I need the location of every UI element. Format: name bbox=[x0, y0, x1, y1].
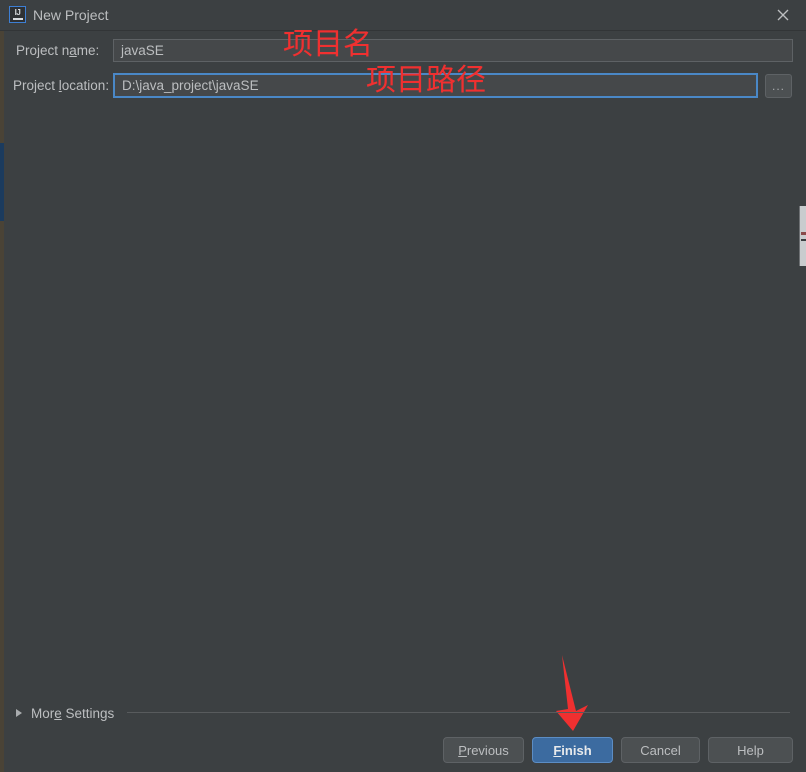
app-icon-underline bbox=[12, 18, 23, 20]
right-scrollbar-thumb[interactable] bbox=[799, 206, 806, 266]
annotation-project-location: 项目路径 bbox=[366, 63, 486, 98]
app-icon-text: IJ bbox=[14, 8, 21, 17]
browse-folder-button[interactable]: ... bbox=[765, 74, 792, 98]
annotation-arrow-icon bbox=[556, 655, 588, 731]
left-strip-thumb[interactable] bbox=[0, 143, 4, 221]
project-name-value: javaSE bbox=[121, 43, 164, 58]
scrollbar-mark-secondary bbox=[801, 239, 806, 241]
previous-button[interactable]: Previous bbox=[443, 737, 524, 763]
more-settings-label: More Settings bbox=[31, 706, 114, 721]
close-icon bbox=[777, 9, 789, 21]
ellipsis-icon: ... bbox=[771, 79, 785, 93]
finish-button[interactable]: Finish bbox=[532, 737, 613, 763]
project-location-value: D:\java_project\javaSE bbox=[122, 78, 259, 93]
annotation-project-name: 项目名 bbox=[283, 27, 373, 62]
previous-button-label: revious bbox=[466, 742, 509, 758]
more-settings-label-mnemonic: e bbox=[54, 705, 62, 721]
help-button[interactable]: Help bbox=[708, 737, 793, 763]
project-location-label-after: ocation: bbox=[61, 78, 110, 93]
project-name-label: Project name: bbox=[16, 43, 99, 58]
cancel-button-label: Cancel bbox=[640, 742, 681, 758]
project-name-label-after: me: bbox=[76, 43, 100, 58]
more-settings-label-after: Settings bbox=[61, 705, 115, 721]
title-bar: IJ New Project bbox=[0, 0, 806, 31]
new-project-dialog: IJ New Project Project name: javaSE Proj… bbox=[0, 0, 806, 772]
close-button[interactable] bbox=[760, 0, 806, 30]
project-name-input[interactable]: javaSE bbox=[113, 39, 793, 62]
help-button-label: Help bbox=[737, 742, 764, 758]
project-name-label-mnemonic: a bbox=[69, 43, 77, 58]
window-title: New Project bbox=[33, 7, 109, 23]
more-settings-toggle[interactable]: More Settings bbox=[16, 703, 114, 723]
finish-button-label: inish bbox=[561, 742, 592, 758]
more-settings-label-before: Mor bbox=[31, 705, 55, 721]
project-location-label-before: Project bbox=[13, 78, 59, 93]
project-location-label: Project location: bbox=[13, 78, 109, 93]
left-edge-strip bbox=[0, 31, 4, 772]
finish-button-mnemonic: F bbox=[553, 742, 562, 758]
cancel-button[interactable]: Cancel bbox=[621, 737, 700, 763]
more-settings-separator bbox=[127, 712, 790, 713]
intellij-idea-icon: IJ bbox=[9, 6, 26, 23]
previous-button-mnemonic: P bbox=[458, 742, 467, 758]
project-name-label-before: Project n bbox=[16, 43, 70, 58]
scrollbar-mark bbox=[801, 232, 806, 235]
chevron-right-icon bbox=[16, 709, 22, 717]
